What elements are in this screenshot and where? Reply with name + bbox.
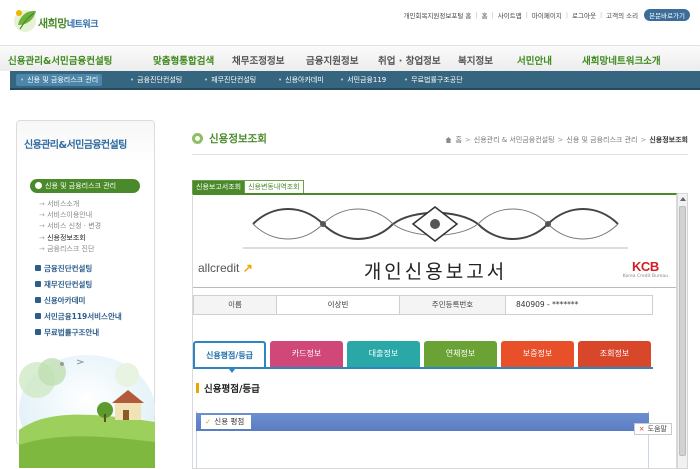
nav-item-welfare[interactable]: 복지정보	[458, 53, 493, 67]
title-divider	[192, 154, 688, 155]
frame-scrollbar[interactable]	[677, 193, 688, 469]
tab-delinquency-info[interactable]: 연체정보	[424, 341, 497, 367]
home-icon[interactable]	[445, 137, 452, 143]
id-label: 주민등록번호	[400, 296, 505, 314]
left-sub-item[interactable]: 서비스 신청 · 변경	[39, 221, 101, 231]
report-divider	[193, 287, 676, 288]
personal-info-row: 이름 이상빈 주민등록번호 840909 - *******	[193, 295, 653, 315]
section-title: 신용평점/등급	[196, 381, 260, 395]
subnav-item-risk[interactable]: 신용 및 금융리스크 관리	[16, 74, 103, 86]
nav-item-debt[interactable]: 채무조정정보	[232, 53, 284, 67]
help-button[interactable]: × 도움말	[633, 423, 672, 435]
utility-links: 개인회복지원정보포털 홈 | 홈 | 사이트맵 | 마이페이지 | 로그아웃 | 고객의 …	[404, 9, 690, 21]
scrollbar-thumb[interactable]	[679, 206, 686, 456]
nav-item-about[interactable]: 새희망네트워크소개	[582, 53, 661, 67]
left-sub-item[interactable]: 금융리스크 진단	[39, 244, 94, 254]
subnav-item-legal[interactable]: 무료법률구조공단	[404, 75, 463, 85]
site-logo[interactable]: 새희망네트워크	[12, 5, 112, 37]
nav-item-credit-consulting[interactable]: 신용관리&서민금융컨설팅	[8, 53, 112, 67]
landscape-illustration	[19, 355, 155, 468]
breadcrumb-item[interactable]: 신용관리 & 서민금융컨설팅	[474, 135, 555, 145]
util-link-logout[interactable]: 로그아웃	[572, 10, 596, 20]
left-main-item[interactable]: 재무진단컨설팅	[35, 279, 92, 290]
subnav-item-academy[interactable]: 신용아카데미	[278, 75, 324, 85]
subnav-item-finance-diag[interactable]: 금융진단컨설팅	[130, 75, 182, 85]
nav-item-search[interactable]: 맞춤형통합검색	[153, 53, 214, 67]
util-link-home[interactable]: 홈	[482, 10, 488, 20]
left-sub-item[interactable]: 서비스이용안내	[39, 210, 92, 220]
credit-score-label: 신용 평점	[214, 417, 245, 426]
check-icon: ✓	[205, 417, 212, 426]
tab-credit-change-history[interactable]: 신용변동내역조회	[244, 180, 304, 194]
breadcrumb: 홈 > 신용관리 & 서민금융컨설팅 > 신용 및 금융리스크 관리 > 신용정…	[445, 135, 688, 145]
nav-item-finance[interactable]: 금융지원정보	[306, 53, 358, 67]
breadcrumb-home[interactable]: 홈	[455, 135, 461, 145]
tab-inquiry-info[interactable]: 조회정보	[578, 341, 651, 367]
left-main-item[interactable]: 서민금융119서비스안내	[35, 311, 122, 322]
scroll-up-icon[interactable]	[680, 197, 686, 201]
name-value: 이상빈	[327, 300, 349, 309]
tab-underline	[193, 367, 653, 369]
left-main-item[interactable]: 금융진단컨설팅	[35, 263, 92, 274]
main-nav: 신용관리&서민금융컨설팅 맞춤형통합검색 채무조정정보 금융지원정보 취업 · …	[0, 45, 700, 71]
subnav-item-119[interactable]: 서민금융119	[340, 75, 386, 85]
tab-credit-report[interactable]: 신용보고서조회	[192, 180, 246, 194]
left-sub-item[interactable]: 서비스소개	[39, 199, 79, 209]
name-label: 이름	[194, 296, 276, 314]
logo-text: 새희망네트워크	[38, 17, 99, 30]
ornament-border-icon	[243, 206, 628, 249]
id-value: 840909 - *******	[516, 300, 579, 309]
tab-card-info[interactable]: 카드정보	[270, 341, 343, 367]
report-title: 개인신용보고서	[363, 261, 508, 283]
util-link-portal-home[interactable]: 개인회복지원정보포털 홈	[404, 10, 472, 20]
tab-loan-info[interactable]: 대출정보	[347, 341, 420, 367]
left-menu-active-item[interactable]: 신용 및 금융리스크 관리	[30, 179, 140, 193]
close-icon: ×	[638, 425, 645, 433]
util-link-mypage[interactable]: 마이페이지	[532, 10, 562, 20]
util-link-feedback[interactable]: 고객의 소리	[606, 10, 638, 20]
tab-credit-score[interactable]: 신용평점/등급	[193, 341, 266, 373]
util-link-sitemap[interactable]: 사이트맵	[498, 10, 522, 20]
nav-item-guide[interactable]: 서민안내	[517, 53, 552, 67]
left-sub-item-current[interactable]: 신용정보조회	[39, 233, 86, 243]
report-tabs: 신용보고서조회 신용변동내역조회	[192, 180, 304, 194]
tab-guarantee-info[interactable]: 보증정보	[501, 341, 574, 367]
title-bullet-icon	[192, 133, 203, 144]
left-main-item[interactable]: 무료법률구조안내	[35, 327, 99, 338]
left-main-item[interactable]: 신용아카데미	[35, 295, 85, 306]
breadcrumb-current: 신용정보조회	[649, 136, 688, 144]
page-title: 신용정보조회	[192, 131, 267, 146]
kcb-logo: KCB Korea Credit Bureau	[622, 259, 668, 279]
credit-report-frame: allcredit ↗ 개인신용보고서 KCB Korea Credit Bur…	[192, 193, 677, 469]
credit-score-header: ✓ 신용 평점	[196, 413, 649, 431]
left-menu-title: 신용관리&서민금융컨설팅	[24, 140, 127, 151]
subnav-item-asset-diag[interactable]: 재무진단컨설팅	[204, 75, 256, 85]
breadcrumb-item[interactable]: 신용 및 금융리스크 관리	[566, 135, 637, 145]
skip-to-content-button[interactable]: 본문바로가기	[644, 9, 690, 21]
nav-item-jobs[interactable]: 취업 · 창업정보	[378, 53, 441, 67]
sub-nav: 신용 및 금융리스크 관리 금융진단컨설팅 재무진단컨설팅 신용아카데미 서민금…	[10, 71, 700, 90]
